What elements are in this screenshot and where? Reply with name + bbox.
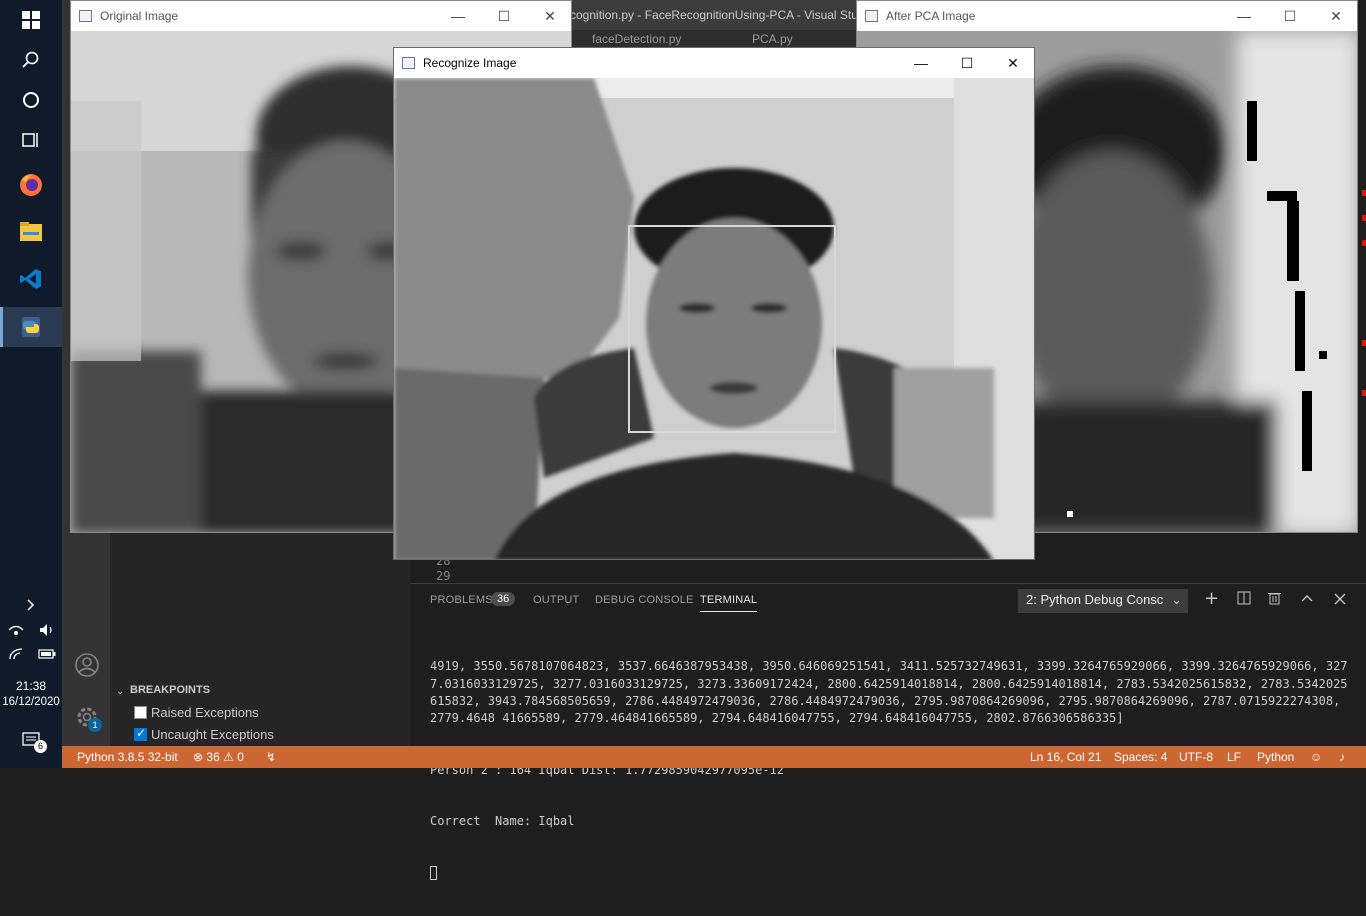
- maximize-icon[interactable]: ☐: [944, 48, 990, 78]
- terminal-line: Correct Name: Iqbal: [430, 814, 575, 829]
- window-title: Recognize Image: [423, 56, 517, 70]
- terminal-line: 4919, 3550.5678107064823, 3537.664638795…: [430, 659, 1348, 726]
- notification-center-icon[interactable]: 6: [0, 720, 62, 760]
- indentation[interactable]: Spaces: 4: [1114, 750, 1167, 764]
- warning-icon: ⚠: [223, 750, 234, 764]
- raised-exceptions-checkbox[interactable]: [134, 706, 147, 719]
- clock-date[interactable]: 16/12/2020: [0, 696, 62, 708]
- windows-start-icon[interactable]: [0, 0, 62, 40]
- terminal-output[interactable]: 4919, 3550.5678107064823, 3537.664638795…: [430, 624, 1350, 916]
- window-title: Original Image: [100, 9, 179, 23]
- cortana-icon[interactable]: [0, 80, 62, 120]
- feedback-icon[interactable]: ☺: [1310, 750, 1322, 764]
- account-icon[interactable]: [74, 652, 100, 678]
- close-icon[interactable]: ✕: [990, 48, 1034, 78]
- close-icon[interactable]: ✕: [1313, 1, 1357, 31]
- bottom-panel: PROBLEMS 36 OUTPUT DEBUG CONSOLE TERMINA…: [410, 583, 1366, 881]
- active-app-indicator: [0, 307, 3, 347]
- scrollbar-error-markers: [1362, 190, 1366, 430]
- breakpoints-header[interactable]: BREAKPOINTS: [130, 684, 210, 696]
- maximize-panel-icon[interactable]: [1301, 591, 1313, 609]
- window-titlebar[interactable]: Original Image — ☐ ✕: [71, 1, 571, 31]
- taskbar: 21:38 16/12/2020 6: [0, 0, 62, 768]
- problems-count-badge: 36: [491, 592, 516, 606]
- battery-icon[interactable]: [31, 636, 62, 672]
- breakpoint-label: Uncaught Exceptions: [151, 727, 274, 742]
- breakpoint-uncaught-exceptions[interactable]: Uncaught Exceptions: [134, 726, 274, 742]
- minimize-icon[interactable]: —: [435, 1, 481, 31]
- tab-output[interactable]: OUTPUT: [533, 594, 579, 606]
- breakpoint-label: Raised Exceptions: [151, 705, 259, 720]
- warning-count: 0: [237, 750, 244, 764]
- breakpoint-raised-exceptions[interactable]: Raised Exceptions: [134, 705, 259, 720]
- line-number: 29: [436, 569, 451, 583]
- webcam-photo-grayscale: [394, 78, 1034, 559]
- tab-problems[interactable]: PROBLEMS: [430, 594, 493, 606]
- minimize-icon[interactable]: —: [898, 48, 944, 78]
- window-title: After PCA Image: [886, 9, 976, 23]
- file-explorer-icon[interactable]: [0, 212, 62, 252]
- window-app-icon: [865, 10, 878, 22]
- problems-status[interactable]: ⊗ 36 ⚠ 0: [193, 750, 244, 764]
- error-count: 36: [206, 750, 220, 764]
- recognize-image-window[interactable]: Recognize Image — ☐ ✕: [393, 47, 1035, 560]
- python-icon[interactable]: [0, 307, 62, 347]
- minimize-icon[interactable]: —: [1221, 1, 1267, 31]
- clock-time[interactable]: 21:38: [0, 679, 62, 693]
- firefox-icon[interactable]: [0, 165, 62, 205]
- terminal-cursor: [430, 866, 437, 881]
- language-mode[interactable]: Python: [1257, 750, 1294, 764]
- tab-debug-console[interactable]: DEBUG CONSOLE: [595, 594, 694, 606]
- close-panel-icon[interactable]: [1334, 591, 1346, 609]
- chevron-down-icon: ⌄: [1171, 592, 1182, 607]
- trash-icon[interactable]: [1268, 591, 1281, 609]
- python-interpreter[interactable]: Python 3.8.5 32-bit: [77, 750, 178, 764]
- cursor-position[interactable]: Ln 16, Col 21: [1030, 750, 1101, 764]
- uncaught-exceptions-checkbox[interactable]: [134, 726, 147, 741]
- new-terminal-icon[interactable]: +: [1204, 588, 1219, 609]
- vscode-title: cognition.py - FaceRecognitionUsing-PCA …: [562, 0, 862, 30]
- maximize-icon[interactable]: ☐: [1267, 1, 1313, 31]
- status-bar: Python 3.8.5 32-bit ⊗ 36 ⚠ 0 ↯ Ln 16, Co…: [62, 746, 1366, 768]
- task-view-icon[interactable]: [0, 120, 62, 160]
- window-app-icon: [79, 10, 92, 22]
- tab-pca[interactable]: PCA.py: [752, 32, 793, 46]
- window-titlebar[interactable]: After PCA Image — ☐ ✕: [857, 1, 1357, 31]
- encoding[interactable]: UTF-8: [1179, 750, 1213, 764]
- tab-terminal[interactable]: TERMINAL: [700, 594, 758, 612]
- window-titlebar[interactable]: Recognize Image — ☐ ✕: [394, 48, 1034, 78]
- maximize-icon[interactable]: ☐: [481, 1, 527, 31]
- terminal-select[interactable]: 2: Python Debug Consc ⌄: [1018, 589, 1188, 613]
- window-app-icon: [402, 57, 415, 69]
- search-icon[interactable]: [0, 40, 62, 80]
- chevron-down-icon[interactable]: ⌄: [116, 686, 124, 697]
- close-icon[interactable]: ✕: [527, 1, 571, 31]
- bell-icon[interactable]: ♪: [1339, 750, 1345, 764]
- settings-update-badge: 1: [88, 718, 102, 732]
- vscode-icon[interactable]: [0, 259, 62, 299]
- editor-tabs: faceDetection.py PCA.py: [572, 30, 862, 48]
- error-icon: ⊗: [193, 750, 204, 764]
- manage-gear-icon[interactable]: 1: [74, 704, 102, 732]
- tab-facedetection[interactable]: faceDetection.py: [592, 32, 681, 46]
- line-ending[interactable]: LF: [1227, 750, 1241, 764]
- wifi-icon[interactable]: [0, 636, 31, 672]
- terminal-select-value: 2: Python Debug Consc: [1026, 592, 1164, 607]
- notification-badge: 6: [34, 740, 47, 753]
- live-share-icon[interactable]: ↯: [266, 750, 276, 764]
- split-terminal-icon[interactable]: [1237, 591, 1251, 609]
- recognize-camera-frame: [394, 78, 1034, 559]
